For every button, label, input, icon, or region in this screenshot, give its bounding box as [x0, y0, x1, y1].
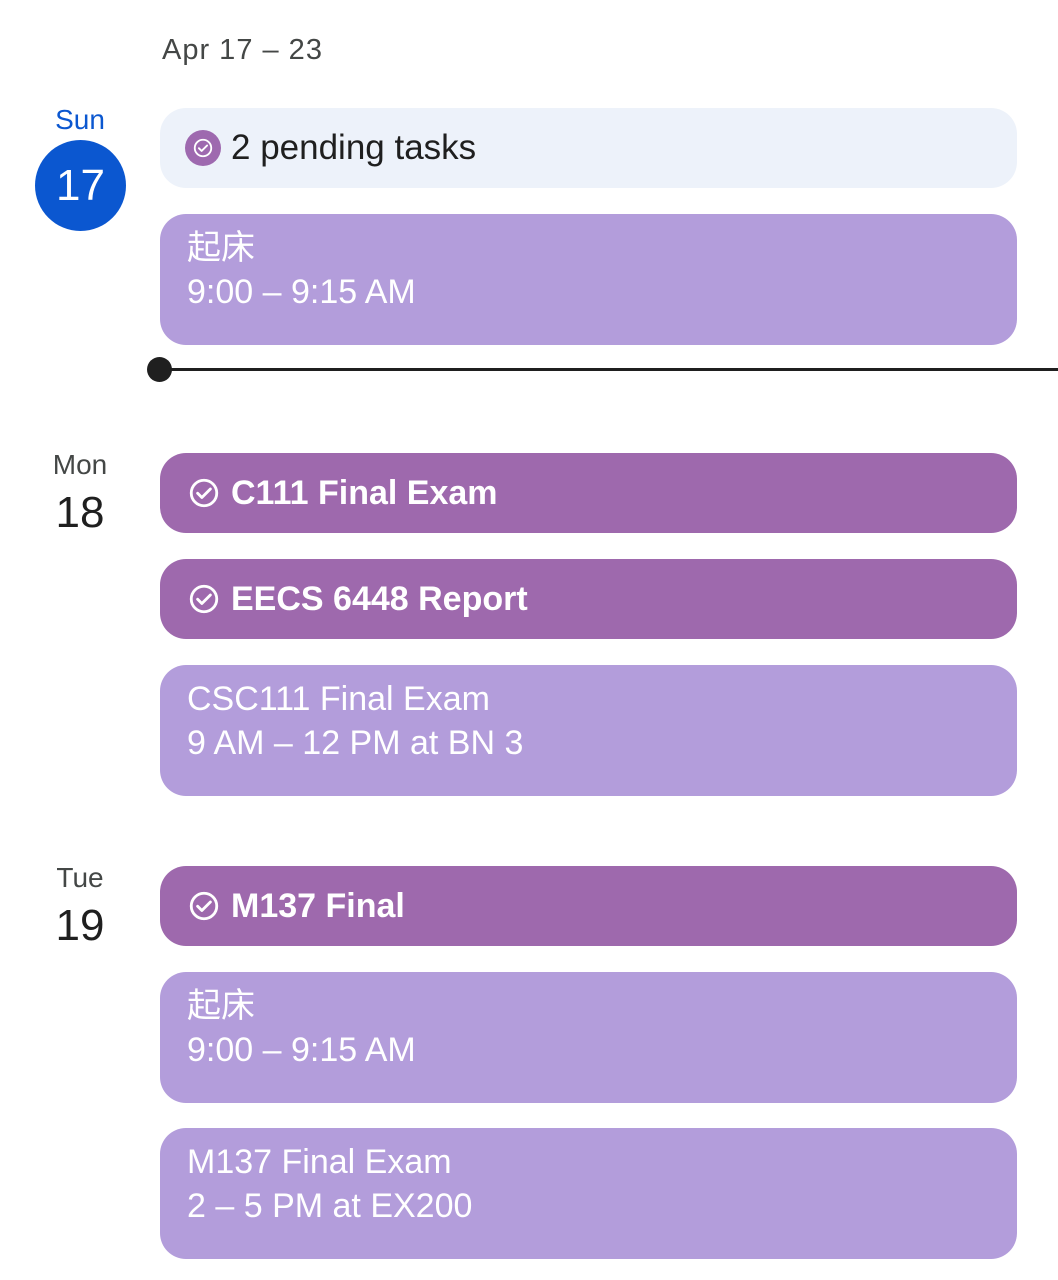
event-card[interactable]: M137 Final Exam 2 – 5 PM at EX200 [160, 1128, 1017, 1259]
event-time: 9 AM – 12 PM at BN 3 [187, 724, 524, 762]
task-title: EECS 6448 Report [231, 579, 528, 618]
pending-tasks-label: 2 pending tasks [231, 128, 477, 167]
day-name-tue: Tue [56, 862, 104, 893]
event-card[interactable]: CSC111 Final Exam 9 AM – 12 PM at BN 3 [160, 665, 1017, 796]
task-check-icon [187, 476, 221, 510]
task-check-icon [185, 130, 221, 166]
day-number-mon[interactable]: 18 [25, 488, 135, 538]
event-title: M137 Final Exam [187, 1143, 452, 1181]
event-time: 2 – 5 PM at EX200 [187, 1187, 473, 1225]
task-card[interactable]: M137 Final [160, 866, 1017, 946]
event-time: 9:00 – 9:15 AM [187, 1031, 416, 1069]
day-number-tue[interactable]: 19 [25, 901, 135, 951]
event-card[interactable]: 起床 9:00 – 9:15 AM [160, 214, 1017, 345]
task-title: C111 Final Exam [231, 473, 498, 512]
pending-tasks-chip[interactable]: 2 pending tasks [160, 108, 1017, 188]
event-title: 起床 [187, 229, 255, 267]
event-time: 9:00 – 9:15 AM [187, 273, 416, 311]
today-date-badge[interactable]: 17 [35, 140, 126, 231]
event-title: 起床 [187, 987, 255, 1025]
task-card[interactable]: C111 Final Exam [160, 453, 1017, 533]
task-title: M137 Final [231, 886, 405, 925]
event-title: CSC111 Final Exam [187, 680, 490, 718]
current-time-line [168, 368, 1058, 371]
event-card[interactable]: 起床 9:00 – 9:15 AM [160, 972, 1017, 1103]
task-card[interactable]: EECS 6448 Report [160, 559, 1017, 639]
day-name-sun: Sun [55, 104, 105, 135]
week-range-label: Apr 17 – 23 [162, 34, 323, 66]
task-check-icon [187, 889, 221, 923]
day-name-mon: Mon [52, 449, 108, 480]
task-check-icon [187, 582, 221, 616]
